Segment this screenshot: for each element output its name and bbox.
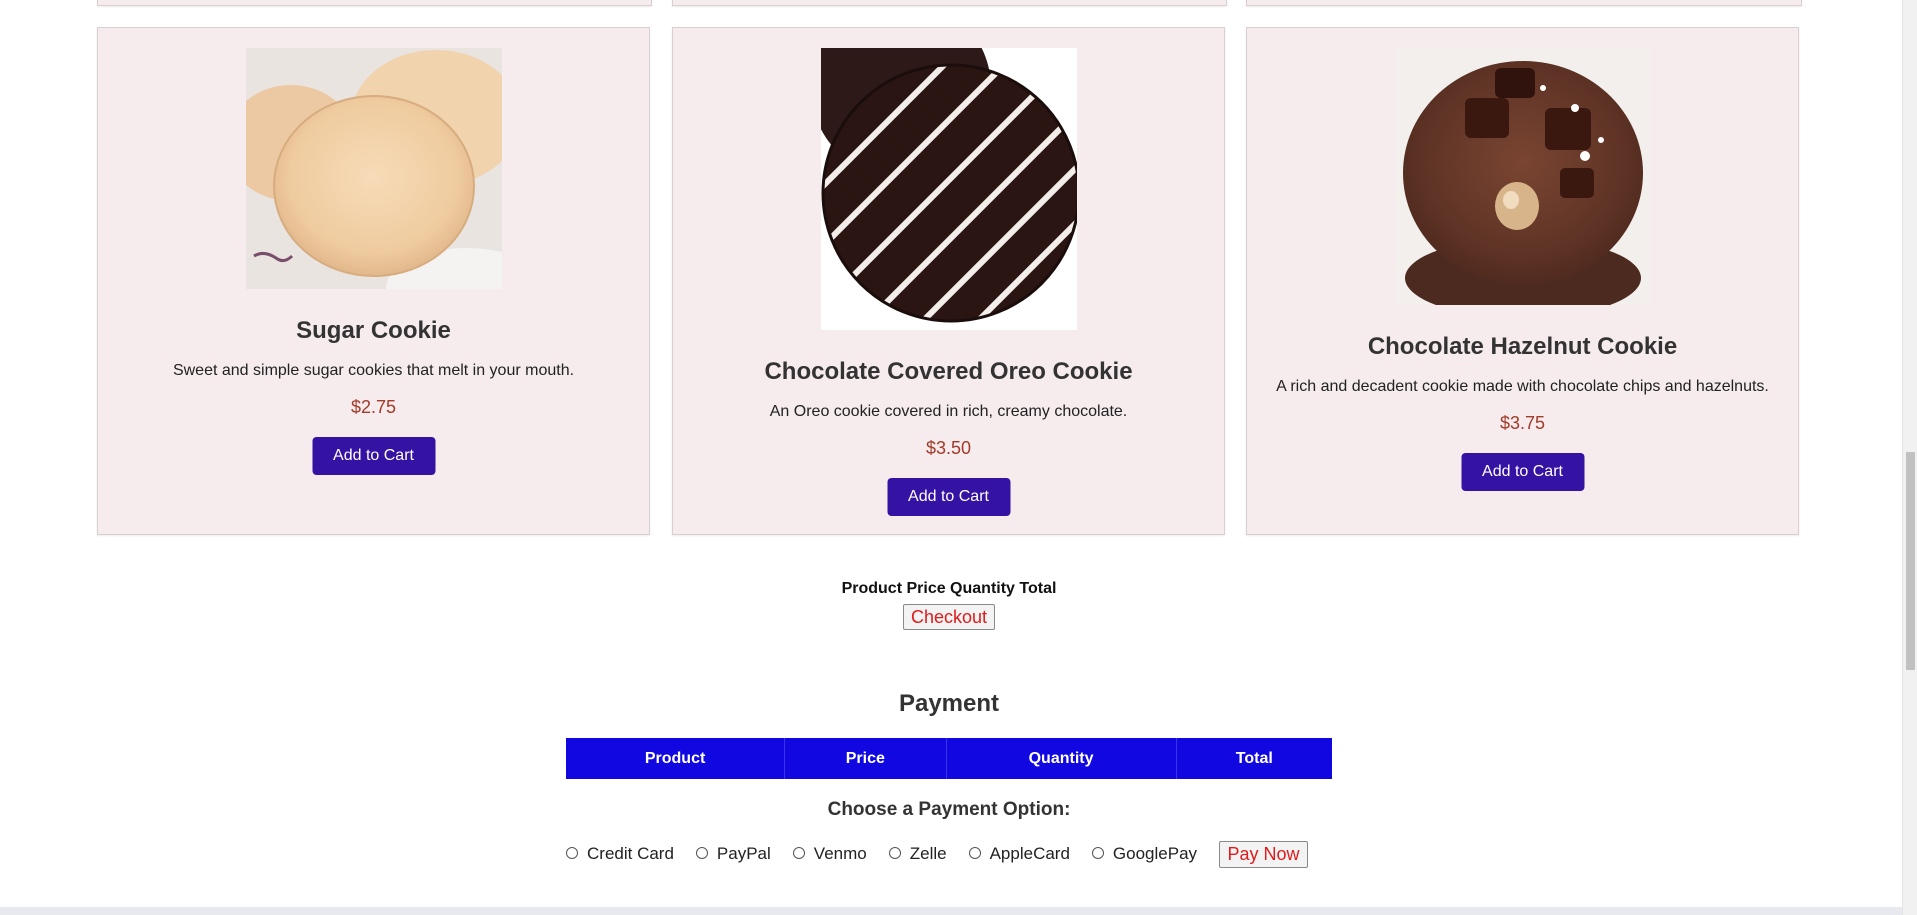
product-title: Chocolate Covered Oreo Cookie [764, 358, 1133, 385]
option-label: Zelle [909, 844, 947, 863]
table-header-price: Price [784, 738, 947, 779]
table-header-product: Product [566, 738, 786, 779]
radio-zelle[interactable] [888, 847, 901, 859]
product-title: Sugar Cookie [296, 317, 451, 344]
payment-title: Payment [898, 690, 1000, 717]
product-grid: Sugar Cookie Sweet and simple sugar cook… [0, 0, 1902, 540]
page: Sugar Cookie Sweet and simple sugar cook… [0, 0, 1902, 915]
product-card-partial [672, 0, 1227, 6]
product-image-chocolate-covered-oreo [820, 48, 1077, 330]
option-label: PayPal [716, 844, 771, 863]
product-price: $2.75 [350, 397, 397, 417]
radio-applecard[interactable] [968, 847, 981, 859]
add-to-cart-button[interactable]: Add to Cart [312, 437, 435, 475]
payment-option-venmo[interactable]: Venmo [792, 844, 867, 864]
payment-table: Product Price Quantity Total [566, 738, 1332, 779]
product-card-partial [1246, 0, 1802, 6]
add-to-cart-button[interactable]: Add to Cart [887, 478, 1010, 516]
table-header-quantity: Quantity [946, 738, 1177, 779]
vertical-scrollbar[interactable] [1902, 0, 1917, 915]
product-image-sugar-cookie [245, 48, 502, 289]
product-title: Chocolate Hazelnut Cookie [1367, 333, 1678, 360]
radio-googlepay[interactable] [1091, 847, 1104, 859]
table-header-total: Total [1235, 749, 1273, 767]
product-description: An Oreo cookie covered in rich, creamy c… [769, 403, 1128, 420]
option-label: AppleCard [989, 844, 1070, 863]
radio-venmo[interactable] [792, 847, 805, 859]
product-card-chocolate-covered-oreo: Chocolate Covered Oreo Cookie An Oreo co… [672, 27, 1225, 535]
product-image-chocolate-hazelnut [1394, 48, 1651, 305]
product-description: Sweet and simple sugar cookies that melt… [172, 362, 575, 379]
radio-credit-card[interactable] [566, 847, 578, 859]
product-card-chocolate-hazelnut: Chocolate Hazelnut Cookie A rich and dec… [1246, 27, 1799, 535]
scrollbar-thumb[interactable] [1906, 452, 1915, 670]
payment-option-zelle[interactable]: Zelle [888, 844, 947, 864]
product-card-sugar-cookie: Sugar Cookie Sweet and simple sugar cook… [97, 27, 650, 535]
payment-option-credit-card[interactable]: Credit Card [566, 844, 674, 864]
payment-option-label: Choose a Payment Option: [827, 799, 1071, 820]
cart-header: Product Price Quantity Total [841, 580, 1057, 597]
payment-options: Credit Card PayPal Venmo Zelle AppleCard… [566, 840, 1309, 868]
option-label: Credit Card [587, 844, 674, 863]
payment-option-paypal[interactable]: PayPal [695, 844, 771, 864]
pay-now-button[interactable]: Pay Now [1219, 840, 1309, 868]
add-to-cart-button[interactable]: Add to Cart [1461, 453, 1584, 491]
checkout-button[interactable]: Checkout [903, 604, 995, 630]
payment-option-applecard[interactable]: AppleCard [968, 844, 1070, 864]
product-description: A rich and decadent cookie made with cho… [1276, 378, 1769, 395]
footer-strip [0, 907, 1902, 915]
option-label: GooglePay [1112, 844, 1198, 863]
product-price: $3.50 [925, 438, 972, 458]
product-card-partial [97, 0, 652, 6]
payment-option-googlepay[interactable]: GooglePay [1091, 844, 1198, 864]
radio-paypal[interactable] [695, 847, 708, 859]
product-price: $3.75 [1499, 413, 1546, 433]
option-label: Venmo [813, 844, 867, 863]
